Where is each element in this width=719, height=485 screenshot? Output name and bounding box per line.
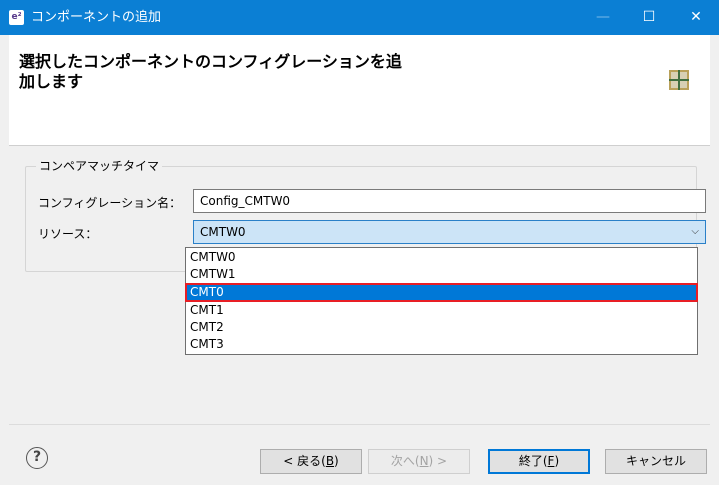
next-mnemonic: N xyxy=(419,454,429,468)
dropdown-option-cmt1[interactable]: CMT1 xyxy=(187,303,696,318)
back-label-end: ) xyxy=(334,454,339,468)
config-name-label: コンフィグレーション名： xyxy=(38,196,182,210)
back-mnemonic: B xyxy=(325,454,335,468)
resource-label: リソース： xyxy=(38,227,98,241)
cancel-button[interactable]: キャンセル xyxy=(605,449,707,474)
finish-button[interactable]: 終了(F) xyxy=(488,449,590,474)
help-icon[interactable]: ? xyxy=(26,447,48,469)
window-title: コンポーネントの追加 xyxy=(31,10,162,25)
finish-label-end: ) xyxy=(554,454,560,468)
config-name-field[interactable]: Config_CMTW0 xyxy=(193,189,706,213)
next-label-end: ) > xyxy=(428,454,448,468)
group-legend: コンペアマッチタイマ xyxy=(36,158,163,174)
next-label: 次へ( xyxy=(390,454,420,468)
minimize-button[interactable]: — xyxy=(580,0,626,35)
maximize-button[interactable]: ☐ xyxy=(626,0,672,35)
wizard-footer: ? < 戻る(B) 次へ(N) > 終了(F) キャンセル xyxy=(9,424,710,485)
next-button[interactable]: 次へ(N) > xyxy=(368,449,470,474)
dropdown-option-cmt3[interactable]: CMT3 xyxy=(187,337,696,352)
page-title-line1: 選択したコンポーネントのコンフィグレーションを追 xyxy=(19,52,402,71)
app-icon: e² xyxy=(9,10,24,25)
back-button[interactable]: < 戻る(B) xyxy=(260,449,362,474)
dropdown-option-cmtw1[interactable]: CMTW1 xyxy=(187,267,696,282)
dropdown-option-cmt2[interactable]: CMT2 xyxy=(187,320,696,335)
page-title: 選択したコンポーネントのコンフィグレーションを追 加します xyxy=(19,52,419,92)
close-button[interactable]: ✕ xyxy=(673,0,719,35)
wizard-header: 選択したコンポーネントのコンフィグレーションを追 加します xyxy=(9,35,710,146)
chevron-down-icon[interactable]: ⌵ xyxy=(691,224,699,240)
resource-selected-value: CMTW0 xyxy=(200,225,246,239)
dropdown-option-cmtw0[interactable]: CMTW0 xyxy=(187,250,696,265)
finish-label: 終了( xyxy=(518,454,548,468)
page-title-line2: 加します xyxy=(19,72,84,91)
resource-select[interactable]: CMTW0 ⌵ xyxy=(193,220,706,244)
wizard-grid-icon xyxy=(669,70,689,90)
back-label: < 戻る( xyxy=(283,454,326,468)
resource-dropdown-list[interactable]: CMTW0 CMTW1 CMT0 CMT1 CMT2 CMT3 xyxy=(185,247,698,355)
dropdown-option-cmt0[interactable]: CMT0 xyxy=(185,283,698,302)
title-bar: e² コンポーネントの追加 — ☐ ✕ xyxy=(0,0,719,35)
